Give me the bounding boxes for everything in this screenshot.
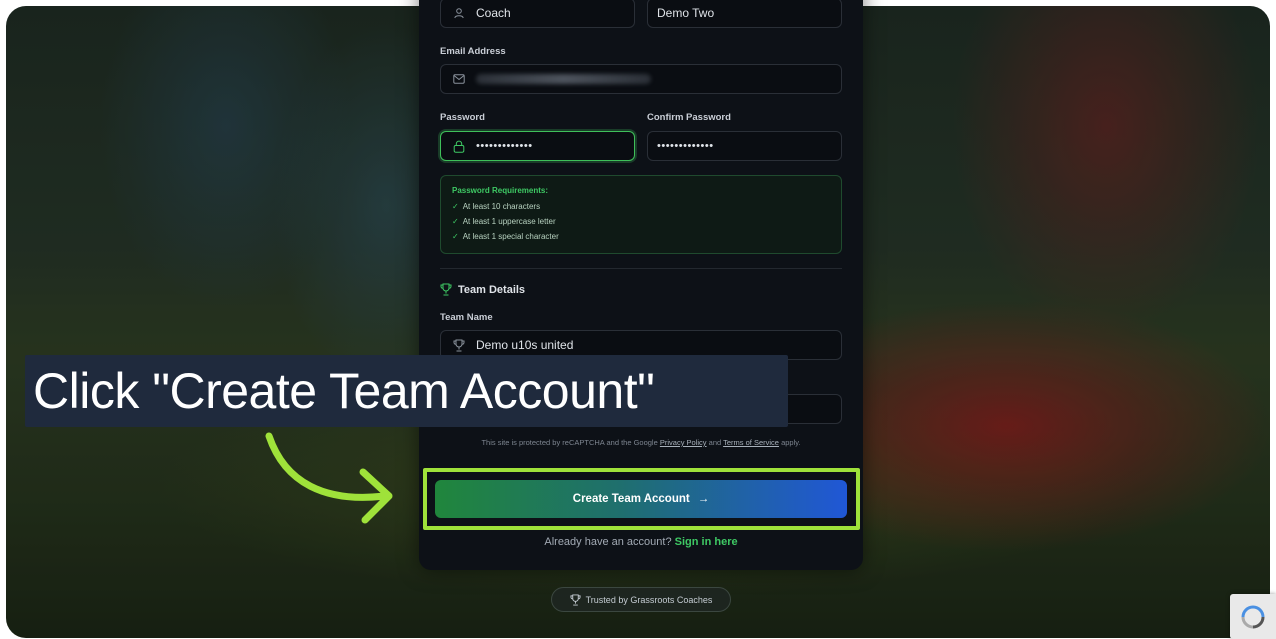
requirement-text: At least 1 special character: [462, 232, 559, 241]
password-field[interactable]: •••••••••••••: [440, 131, 635, 161]
email-value-redacted: [476, 74, 651, 84]
mail-icon: [452, 72, 466, 86]
team-name-value: Demo u10s united: [476, 338, 574, 352]
check-icon: ✓: [452, 232, 459, 241]
check-icon: ✓: [452, 202, 459, 211]
recaptcha-logo-icon: [1241, 605, 1265, 628]
confirm-password-label: Confirm Password: [647, 112, 731, 123]
create-team-account-button[interactable]: Create Team Account →: [435, 480, 847, 518]
name-field[interactable]: Demo Two: [647, 0, 842, 28]
recaptcha-notice: This site is protected by reCAPTCHA and …: [419, 438, 863, 447]
name-field-value: Demo Two: [657, 6, 715, 20]
terms-of-service-link[interactable]: Terms of Service: [723, 438, 779, 447]
section-divider: [440, 268, 842, 269]
recaptcha-and: and: [708, 438, 722, 447]
privacy-policy-link[interactable]: Privacy Policy: [660, 438, 707, 447]
email-label: Email Address: [440, 46, 506, 57]
requirement-text: At least 1 uppercase letter: [462, 217, 556, 226]
requirement-text: At least 10 characters: [462, 202, 541, 211]
recaptcha-prefix: This site is protected by reCAPTCHA and …: [481, 438, 658, 447]
requirement-item: ✓ At least 10 characters: [452, 199, 830, 214]
requirement-item: ✓ At least 1 uppercase letter: [452, 214, 830, 229]
user-icon: [452, 6, 466, 20]
signin-prompt: Already have an account?: [544, 536, 672, 548]
trophy-icon: [570, 594, 581, 606]
recaptcha-badge[interactable]: [1230, 594, 1276, 639]
requirement-item: ✓ At least 1 special character: [452, 229, 830, 244]
curved-arrow-icon: [265, 432, 393, 524]
callout-text: Click "Create Team Account": [33, 363, 655, 419]
signin-link[interactable]: Sign in here: [675, 536, 738, 548]
recaptcha-suffix: apply.: [781, 438, 801, 447]
tutorial-callout: Click "Create Team Account": [25, 355, 788, 427]
check-icon: ✓: [452, 217, 459, 226]
signin-row: Already have an account? Sign in here: [419, 536, 863, 548]
lock-icon: [452, 139, 466, 153]
role-field-value: Coach: [476, 6, 511, 20]
trusted-badge: Trusted by Grassroots Coaches: [551, 587, 731, 612]
trophy-icon: [440, 283, 452, 296]
email-field[interactable]: [440, 64, 842, 94]
trophy-icon: [452, 338, 466, 352]
requirements-title: Password Requirements:: [452, 186, 549, 195]
password-requirements: Password Requirements: ✓ At least 10 char…: [440, 175, 842, 254]
confirm-password-value: •••••••••••••: [657, 140, 714, 152]
create-team-account-label: Create Team Account: [572, 493, 690, 505]
team-details-heading: Team Details: [440, 283, 525, 296]
team-name-label: Team Name: [440, 312, 493, 323]
team-details-title: Team Details: [458, 283, 526, 296]
password-value: •••••••••••••: [476, 140, 533, 152]
arrow-right-icon: →: [697, 493, 710, 505]
role-field[interactable]: Coach: [440, 0, 635, 28]
password-label: Password: [440, 112, 485, 123]
confirm-password-field[interactable]: •••••••••••••: [647, 131, 842, 161]
trusted-badge-text: Trusted by Grassroots Coaches: [585, 594, 713, 605]
